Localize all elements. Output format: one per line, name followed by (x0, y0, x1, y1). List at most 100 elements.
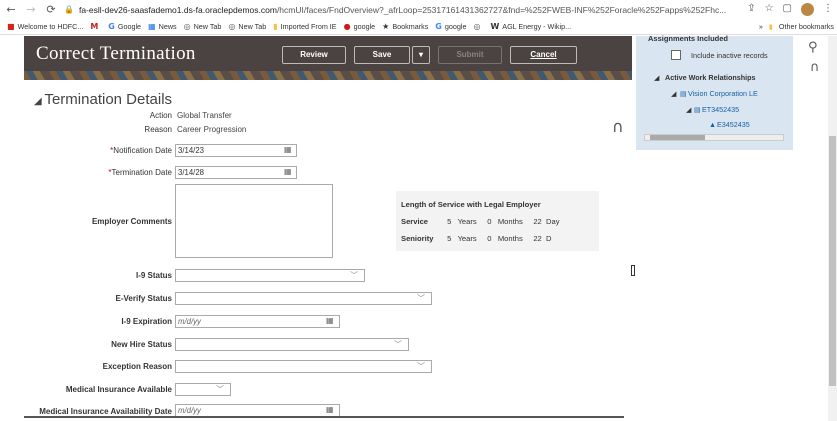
bookmark-item[interactable]: ■ Welcome to HDFC... (7, 22, 83, 31)
collapse-icon[interactable]: ◢ (654, 73, 660, 82)
review-button[interactable]: Review (282, 46, 346, 64)
chevron-down-icon: ﹀ (394, 340, 402, 349)
page-scrollbar[interactable] (828, 36, 837, 421)
reason-value: Career Progression (177, 125, 247, 134)
action-label: Action (149, 111, 172, 120)
bookmark-item[interactable]: ◎ New Tab (228, 22, 266, 31)
collapse-icon[interactable]: ◢ (671, 89, 677, 98)
legal-employer-link[interactable]: Vision Corporation LE (688, 89, 758, 98)
bookmark-label: AGL Energy - Wikip... (502, 22, 572, 31)
section-title: ◢ Termination Details (34, 91, 172, 108)
bookmark-item[interactable]: M (90, 22, 101, 31)
assignment-link-1[interactable]: ET3452435 (702, 105, 739, 114)
save-menu-button[interactable]: ▾ (412, 46, 430, 64)
bookmarks-overflow-button[interactable]: » (759, 22, 763, 31)
service-label: Service (401, 217, 429, 226)
avatar[interactable] (801, 3, 814, 16)
months-word: Months (497, 234, 523, 243)
active-work-label: Active Work Relationships (665, 73, 756, 82)
notification-date-input[interactable]: 3/14/23 (175, 144, 297, 157)
i9-expiration-input[interactable]: m/d/yy (175, 315, 340, 328)
divider (24, 416, 624, 418)
service-days: 22 (533, 217, 542, 226)
seniority-months: 0 (487, 234, 492, 243)
submit-button: Submit (438, 46, 502, 64)
bookmarks-right: » ▮ Other bookmarks (759, 22, 834, 31)
bookmark-label: google (353, 22, 376, 31)
bookmark-item[interactable]: ● google (344, 22, 376, 31)
calendar-icon[interactable]: ▦ (284, 145, 292, 154)
opera-icon: ● (343, 22, 351, 31)
bookmark-item[interactable]: ▮ Imported From IE (273, 22, 336, 31)
lock-icon: 🔒 (64, 5, 74, 14)
star-icon: ★ (382, 22, 390, 31)
browser-toolbar: ← → ⟳ 🔒 fa-esll-dev26-saasfademo1.ds-fa.… (0, 0, 837, 19)
splitter-handle[interactable] (631, 265, 635, 276)
include-inactive-checkbox[interactable] (671, 50, 681, 60)
bookmark-item[interactable]: W AGL Energy - Wikip... (490, 22, 571, 31)
seniority-row: Seniority 5 Years 0 Months 22 D (401, 234, 551, 243)
action-value: Global Transfer (177, 111, 232, 120)
bookmark-item[interactable]: ◎ (473, 22, 483, 31)
chevron-down-icon: ﹀ (350, 271, 358, 280)
bookmark-item[interactable]: G Google (108, 22, 141, 31)
calendar-icon[interactable]: ▦ (284, 167, 292, 176)
employer-comments-textarea[interactable] (175, 184, 333, 258)
exception-reason-select[interactable]: ﹀ (175, 360, 432, 373)
legal-employer-icon: ▤ (680, 89, 687, 98)
other-bookmarks[interactable]: Other bookmarks (779, 22, 834, 31)
los-title: Length of Service with Legal Employer (401, 200, 541, 209)
wikipedia-icon: W (490, 22, 500, 31)
days-word: D (546, 234, 552, 243)
collapse-icon[interactable]: ◢ (34, 96, 44, 107)
new-hire-status-label: New Hire Status (111, 340, 172, 349)
window-icon[interactable]: ▢ (783, 3, 792, 16)
bookmarks-bar: ■ Welcome to HDFC... M G Google ▦ News ◎ New Tab… (0, 19, 837, 35)
google-icon: G (108, 22, 115, 31)
bookmark-item[interactable]: ★ Bookmarks (382, 22, 428, 31)
scrollbar-thumb[interactable] (650, 135, 705, 140)
save-button[interactable]: Save (354, 46, 410, 64)
bookmark-star-icon[interactable]: ☆ (765, 3, 774, 16)
seniority-years: 5 (447, 234, 452, 243)
bookmark-label: News (158, 22, 177, 31)
notification-date-text: Notification Date (113, 146, 172, 155)
bookmark-label: Bookmarks (392, 22, 429, 31)
everify-status-select[interactable]: ﹀ (175, 292, 432, 305)
headset-icon[interactable]: ∩ (612, 117, 624, 136)
new-hire-status-select[interactable]: ﹀ (175, 338, 409, 351)
section-title-text: Termination Details (44, 91, 173, 108)
days-word: Day (546, 217, 560, 226)
hdfc-icon: ■ (7, 22, 15, 31)
forward-icon[interactable]: → (24, 3, 38, 16)
bookmark-item[interactable]: ▦ News (148, 22, 177, 31)
assignments-panel: Assignments Included Include inactive re… (636, 34, 793, 150)
search-icon[interactable]: ⚲ (808, 40, 818, 55)
assignment-link-2[interactable]: E3452435 (717, 120, 750, 129)
i9-status-select[interactable]: ﹀ (175, 269, 365, 282)
seniority-label: Seniority (401, 234, 434, 243)
chevron-down-icon: ﹀ (417, 362, 425, 371)
person-icon: ▲ (709, 120, 717, 129)
headset-icon[interactable]: ∩ (810, 60, 820, 75)
bookmark-item[interactable]: Ggoogle (435, 22, 466, 31)
medical-insurance-select[interactable]: ﹀ (175, 383, 231, 396)
bookmark-item[interactable]: ◎ New Tab (184, 22, 222, 31)
menu-icon[interactable]: ⋮ (823, 3, 833, 16)
collapse-icon[interactable]: ◢ (686, 105, 692, 114)
bookmark-label: New Tab (193, 22, 222, 31)
share-icon[interactable]: ⇪ (747, 3, 755, 16)
exception-reason-label: Exception Reason (102, 362, 172, 371)
back-icon[interactable]: ← (4, 3, 18, 16)
calendar-icon[interactable]: ▦ (326, 405, 334, 414)
calendar-icon[interactable]: ▦ (326, 316, 334, 325)
gmail-icon: M (90, 22, 99, 31)
globe-icon: ◎ (183, 22, 191, 31)
termination-date-input[interactable]: 3/14/28 (175, 166, 297, 179)
reload-icon[interactable]: ⟳ (44, 3, 58, 16)
address-bar[interactable]: 🔒 fa-esll-dev26-saasfademo1.ds-fa.oracle… (64, 5, 764, 15)
chevron-down-icon: ﹀ (417, 294, 425, 303)
cancel-button[interactable]: Cancel (510, 46, 577, 64)
scrollbar-thumb[interactable] (829, 136, 836, 386)
termination-date-text: Termination Date (111, 168, 172, 177)
